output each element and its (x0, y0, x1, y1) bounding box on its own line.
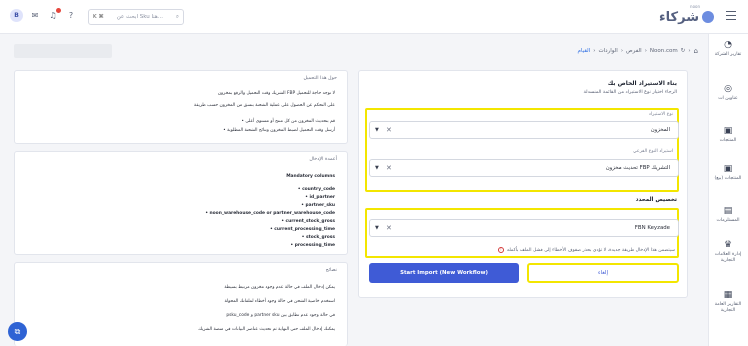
location-icon: ◎ (724, 84, 732, 94)
sidebar-item-label: المنتجات (بيع) (714, 176, 742, 181)
warning-text: سيتضمن هذا الإدخال طريقة جديدة، لا تؤدي … (506, 247, 675, 253)
help-icon[interactable]: ? (65, 10, 77, 22)
sidebar-item-label: المستلزمات (716, 218, 740, 223)
chat-support-button[interactable]: ⧉ (8, 322, 27, 341)
sidebar-item-label: إدارة العلامات التجارية (714, 252, 742, 263)
about-line: لا توجد حاجة للتحميل FBP الشريك وقت التح… (217, 91, 335, 96)
logo[interactable]: شركاء noon (659, 4, 714, 26)
home-icon[interactable]: ⌂ (694, 47, 698, 55)
tip-line: في حالة وجود عدم تطابق بين partner sku و… (226, 313, 335, 318)
sidebar-item-label: المنتجات (719, 138, 737, 143)
cancel-button[interactable]: إلغاء (527, 263, 679, 283)
sidebar: ◔ تقارير الشركة ◎ عناوين ات ▣ المنتجات ▣… (708, 34, 748, 346)
start-import-button[interactable]: Start Import (New Workflow) (369, 263, 519, 283)
sidebar-item-label: تقارير الشركة (714, 52, 742, 57)
search-icon: ⌕ (175, 13, 179, 20)
about-title: حول هذا التحميل (303, 76, 337, 81)
hamburger-menu-icon[interactable] (726, 11, 736, 21)
section-title: تخصيص المحدد (635, 197, 677, 203)
sidebar-item-products-sell[interactable]: ▣ المنتجات (بيع) (708, 164, 748, 182)
chevron-icon: › (644, 48, 647, 54)
search-input[interactable]: K ⌘ ابحث عن Sku هنا... ⌕ (88, 9, 184, 25)
breadcrumb-item-opportunities[interactable]: الفرص (626, 48, 642, 54)
chart-icon: ◔ (724, 40, 732, 50)
sidebar-item-label: عناوين ات (718, 96, 738, 101)
breadcrumb-item-noon[interactable]: Noon.com (650, 48, 678, 54)
column-item: current_stock_gross (281, 219, 335, 224)
sidebar-item-company-reports[interactable]: ◔ تقارير الشركة (708, 40, 748, 58)
top-icons: B ✉ ♫ ? (10, 7, 77, 22)
document-icon: ▤ (723, 206, 733, 216)
clear-icon[interactable]: ✕ (386, 224, 392, 232)
alert-icon: ! (497, 247, 504, 253)
chevron-down-icon[interactable]: ▼ (375, 165, 379, 171)
form-title: بناء الاستيراد الخاص بك (607, 80, 677, 87)
breadcrumb-item-current: القيام (577, 48, 591, 54)
chat-icon: ⧉ (14, 327, 21, 336)
clear-icon[interactable]: ✕ (386, 126, 392, 134)
sidebar-item-products[interactable]: ▣ المنتجات (708, 126, 748, 144)
app-root: B ✉ ♫ ? K ⌘ ابحث عن Sku هنا... ⌕ شركاء n… (0, 0, 748, 346)
column-item: noon_warehouse_code or partner_warehouse… (205, 211, 335, 216)
sidebar-item-label: التقارير العامة التجارية (714, 302, 742, 313)
column-item: id_partner (305, 195, 335, 200)
sidebar-item-brands[interactable]: ♛ إدارة العلامات التجارية (708, 240, 748, 264)
box-icon: ▣ (723, 126, 733, 136)
sidebar-item-supplies[interactable]: ▤ المستلزمات (708, 206, 748, 224)
about-bullet: أرسل وقت التحميل لضبط المخزون ونتائج الش… (223, 128, 335, 133)
chevron-icon: › (688, 48, 691, 54)
import-type-select[interactable]: ▼ ✕ المخزون (369, 121, 679, 139)
notification-dot (56, 7, 61, 13)
tip-line: يمكنك إدخال الملف حتى النهاية ثم تحديث ع… (198, 327, 335, 332)
report-icon: ▦ (723, 290, 733, 300)
refresh-icon[interactable]: ↻ (681, 48, 686, 54)
import-type-value: المخزون (650, 127, 670, 133)
column-item: country_code (298, 187, 335, 192)
chevron-icon: › (593, 48, 596, 54)
chevron-down-icon[interactable]: ▼ (375, 127, 379, 133)
columns-heading: Mandatory columns (286, 174, 335, 179)
tips-card: نصائح يمكن إدخال الملف في حالة عدم وجود … (14, 262, 348, 346)
breadcrumb: ⌂ › ↻ Noon.com › الفرص › الواردات › القي… (478, 46, 699, 56)
trophy-icon: ♛ (723, 240, 733, 250)
input-columns-card: أعمدة الإدخال Mandatory columns country_… (14, 151, 348, 255)
about-line: على التحكم عن الحصول على عملية الشحنة بن… (194, 103, 335, 108)
warning-message: سيتضمن هذا الإدخال طريقة جديدة، لا تؤدي … (497, 247, 675, 253)
tips-title: نصائح (325, 268, 337, 273)
shortcut-hint: K ⌘ (93, 14, 104, 20)
chevron-icon: › (620, 48, 624, 54)
sidebar-item-reports[interactable]: ▦ التقارير العامة التجارية (708, 290, 748, 314)
placeholder-bar (14, 44, 112, 58)
box-sell-icon: ▣ (723, 164, 733, 174)
column-item: partner_sku (301, 203, 336, 208)
columns-title: أعمدة الإدخال (309, 157, 337, 162)
tip-line: يمكن إدخال الملف في حالة عدم وجود مخزون … (224, 285, 335, 290)
form-subtitle: الرجاء اختيار نوع الاستيراد من القائمة ا… (583, 90, 677, 95)
top-bar: B ✉ ♫ ? K ⌘ ابحث عن Sku هنا... ⌕ شركاء n… (0, 0, 748, 34)
logo-sup: noon (690, 4, 700, 9)
clear-icon[interactable]: ✕ (386, 164, 392, 172)
column-item: current_processing_time (270, 227, 335, 232)
import-subtype-label: استيراد النوع الفرعي (633, 149, 673, 154)
breadcrumb-item-imports[interactable]: الواردات (598, 48, 617, 54)
import-type-label: نوع الاستيراد (648, 112, 673, 117)
about-bullet: قم بتحديث المخزون من كل منتج أو مستوى أع… (241, 119, 335, 124)
import-subtype-select[interactable]: ▼ ✕ التشريك FBP تحديث مخزون (369, 159, 679, 177)
keyzade-value: FBN Keyzade (634, 225, 670, 231)
logo-text: شركاء (659, 9, 699, 25)
avatar[interactable]: B (10, 9, 23, 22)
column-item: stock_gross (302, 235, 335, 240)
notification-bell-icon[interactable]: ♫ (47, 7, 61, 22)
about-upload-card: حول هذا التحميل لا توجد حاجة للتحميل FBP… (14, 70, 348, 144)
chevron-down-icon[interactable]: ▼ (375, 225, 379, 231)
search-placeholder: ابحث عن Sku هنا... (116, 14, 163, 20)
sidebar-item-addresses[interactable]: ◎ عناوين ات (708, 84, 748, 102)
mail-icon[interactable]: ✉ (29, 10, 41, 22)
column-item: processing_time (290, 243, 335, 248)
import-form-card: بناء الاستيراد الخاص بك الرجاء اختيار نو… (358, 70, 688, 298)
tip-line: استخدم خاصية الشحن في حالة وجود أخطاء لم… (224, 299, 335, 304)
keyzade-select[interactable]: ▼ ✕ FBN Keyzade (369, 219, 679, 237)
import-subtype-value: التشريك FBP تحديث مخزون (605, 165, 670, 171)
logo-mark-icon (702, 11, 714, 23)
